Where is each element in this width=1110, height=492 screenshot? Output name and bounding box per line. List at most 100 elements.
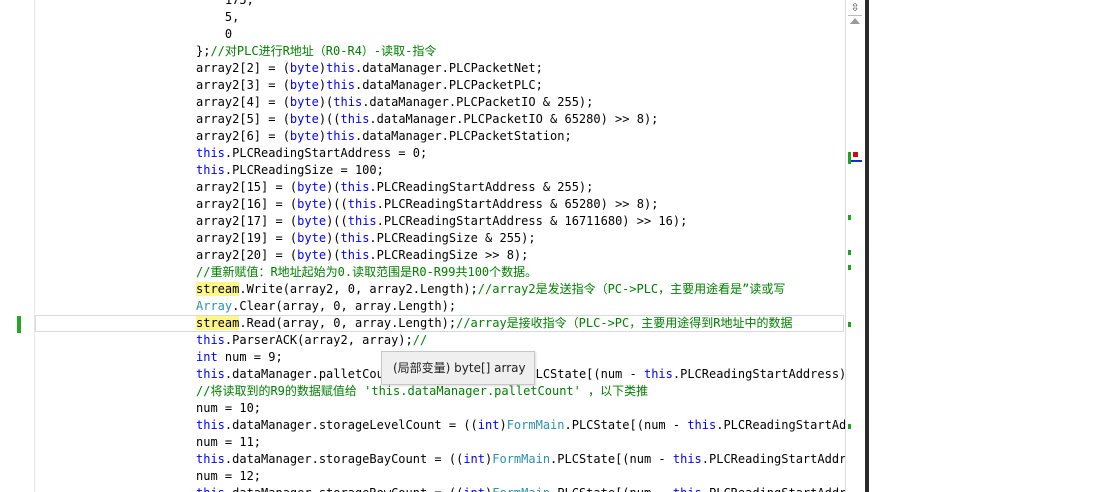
code-line[interactable]: stream.Read(array, 0, array.Length);//ar… xyxy=(196,315,792,332)
keyword-token: this xyxy=(196,418,225,432)
code-token: num = 12; xyxy=(196,469,262,483)
code-token: ) xyxy=(318,129,327,143)
keyword-token: this xyxy=(672,452,702,466)
code-line[interactable]: array2[5] = (byte)((this.dataManager.PLC… xyxy=(196,111,658,128)
code-token: .PLCState[(num - xyxy=(550,452,673,466)
code-token: .PLCReadingStartAddress) xyxy=(702,486,845,492)
keyword-token: byte xyxy=(297,197,327,211)
side-panel xyxy=(869,0,1110,492)
code-line[interactable]: //将读取到的R9的数据赋值给 'this.dataManager.pallet… xyxy=(196,383,648,400)
comment-token: //对PLC进行R地址（R0-R4）-读取-指令 xyxy=(210,44,437,58)
code-token: )( xyxy=(326,231,341,245)
code-token: array2[3] = ( xyxy=(196,78,290,92)
code-line[interactable]: array2[15] = (byte)(this.PLCReadingStart… xyxy=(196,179,593,196)
keyword-token: this xyxy=(196,367,225,381)
keyword-token: this xyxy=(347,197,377,211)
keyword-token: byte xyxy=(297,231,327,245)
highlighted-token: stream xyxy=(196,316,240,330)
code-line[interactable]: Array.Clear(array, 0, array.Length); xyxy=(196,298,456,315)
code-token: ) xyxy=(318,78,327,92)
code-token: .dataManager.PLCPacketStation; xyxy=(354,129,572,143)
code-token: .dataManager.PLCPacketIO & 65280) >> 8); xyxy=(369,112,659,126)
code-token: )(( xyxy=(318,112,341,126)
code-line[interactable]: //重新赋值：R地址起始为0.读取范围是R0-R99共100个数据。 xyxy=(196,264,537,281)
code-line[interactable]: array2[16] = (byte)((this.PLCReadingStar… xyxy=(196,196,658,213)
code-token: array2[17] = ( xyxy=(196,214,298,228)
code-token: .PLCReadingStartAddress) xyxy=(716,418,845,432)
type-token: FormMain xyxy=(506,418,565,432)
code-line[interactable]: array2[17] = (byte)((this.PLCReadingStar… xyxy=(196,213,687,230)
code-line[interactable]: num = 10; xyxy=(196,400,261,417)
code-token: .PLCReadingStartAddress) xyxy=(701,452,845,466)
keyword-token: this xyxy=(687,418,717,432)
code-line[interactable]: array2[6] = (byte)this.dataManager.PLCPa… xyxy=(196,128,572,145)
code-line[interactable]: int num = 9; xyxy=(196,349,283,366)
code-line[interactable]: 175, xyxy=(196,0,254,9)
code-line[interactable]: 5, xyxy=(196,9,239,26)
code-token: num = 11; xyxy=(196,435,262,449)
code-token: .PLCReadingStartAddress & 255); xyxy=(369,180,594,194)
comment-token: // xyxy=(412,333,428,347)
code-line[interactable]: array2[2] = (byte)this.dataManager.PLCPa… xyxy=(196,60,543,77)
keyword-token: int xyxy=(463,486,485,492)
code-line[interactable]: this.dataManager.storageLevelCount = ((i… xyxy=(196,417,845,434)
quickinfo-tooltip: (局部变量) byte[] array xyxy=(381,351,535,385)
keyword-token: this xyxy=(196,333,225,347)
type-token: FormMain xyxy=(492,452,551,466)
scroll-up-arrow-icon[interactable] xyxy=(850,18,860,24)
code-token: array2[16] = ( xyxy=(196,197,298,211)
keyword-token: this xyxy=(196,452,225,466)
code-token: )( xyxy=(318,95,334,109)
code-token: .ParserACK(array2, array); xyxy=(224,333,413,347)
code-line[interactable]: 0 xyxy=(196,26,232,43)
code-token: .PLCReadingStartAddress & 16711680) >> 1… xyxy=(376,214,688,228)
code-token: .Read(array, 0, array.Length); xyxy=(239,316,457,330)
code-token: )(( xyxy=(326,197,348,211)
change-marker xyxy=(848,215,851,220)
tooltip-text: (局部变量) byte[] array xyxy=(393,361,526,375)
editor-gutter xyxy=(0,0,35,492)
code-token: )( xyxy=(326,180,341,194)
comment-token: //array2是发送指令（PC->PLC，主要用途看是”读或写 xyxy=(477,282,786,296)
code-token: 0 xyxy=(196,27,233,41)
code-token: array2[19] = ( xyxy=(196,231,298,245)
keyword-token: byte xyxy=(289,112,319,126)
code-token: .PLCReadingStartAddress) xyxy=(672,367,845,381)
code-line[interactable]: num = 11; xyxy=(196,434,261,451)
code-token: array2[4] = ( xyxy=(196,95,290,109)
code-token: .PLCState[(num - xyxy=(521,367,644,381)
keyword-token: byte xyxy=(297,248,327,262)
vertical-scrollbar[interactable]: ⇳ xyxy=(845,0,866,492)
code-line[interactable]: this.PLCReadingStartAddress = 0; xyxy=(196,145,427,162)
split-window-icon[interactable]: ⇳ xyxy=(848,0,862,16)
code-line[interactable]: array2[20] = (byte)(this.PLCReadingSize … xyxy=(196,247,528,264)
code-token: .Clear(array, 0, array.Length); xyxy=(232,299,457,313)
code-token: }; xyxy=(196,44,211,58)
code-token: ) xyxy=(499,418,507,432)
code-token: .PLCState[(num - xyxy=(564,418,688,432)
code-token: .dataManager.PLCPacketPLC; xyxy=(354,78,543,92)
code-token: array2[6] = ( xyxy=(196,129,290,143)
keyword-token: int xyxy=(463,452,486,466)
code-line[interactable]: array2[19] = (byte)(this.PLCReadingSize … xyxy=(196,230,536,247)
code-line[interactable]: array2[3] = (byte)this.dataManager.PLCPa… xyxy=(196,77,543,94)
type-token: FormMain xyxy=(492,486,550,492)
keyword-token: this xyxy=(196,146,225,160)
code-line[interactable]: stream.Write(array2, 0, array2.Length);/… xyxy=(196,281,785,298)
change-marker xyxy=(848,322,851,327)
code-token: array2[15] = ( xyxy=(196,180,298,194)
code-token: .Write(array2, 0, array2.Length); xyxy=(239,282,478,296)
code-line[interactable]: this.dataManager.storageRowCount = ((int… xyxy=(196,485,845,492)
code-line[interactable]: this.dataManager.storageBayCount = ((int… xyxy=(196,451,845,468)
type-token: Array xyxy=(196,299,233,313)
code-line[interactable]: num = 12; xyxy=(196,468,261,485)
keyword-token: this xyxy=(347,214,377,228)
code-line[interactable]: };//对PLC进行R地址（R0-R4）-读取-指令 xyxy=(196,43,436,60)
code-token: array2[20] = ( xyxy=(196,248,298,262)
keyword-token: byte xyxy=(289,95,319,109)
code-line[interactable]: this.ParserACK(array2, array);// xyxy=(196,332,427,349)
code-line[interactable]: this.PLCReadingSize = 100; xyxy=(196,162,384,179)
code-token: .dataManager.storageRowCount = (( xyxy=(225,486,463,492)
code-editor[interactable]: 175, 5, 0};//对PLC进行R地址（R0-R4）-读取-指令 array… xyxy=(35,0,845,492)
code-line[interactable]: array2[4] = (byte)(this.dataManager.PLCP… xyxy=(196,94,593,111)
